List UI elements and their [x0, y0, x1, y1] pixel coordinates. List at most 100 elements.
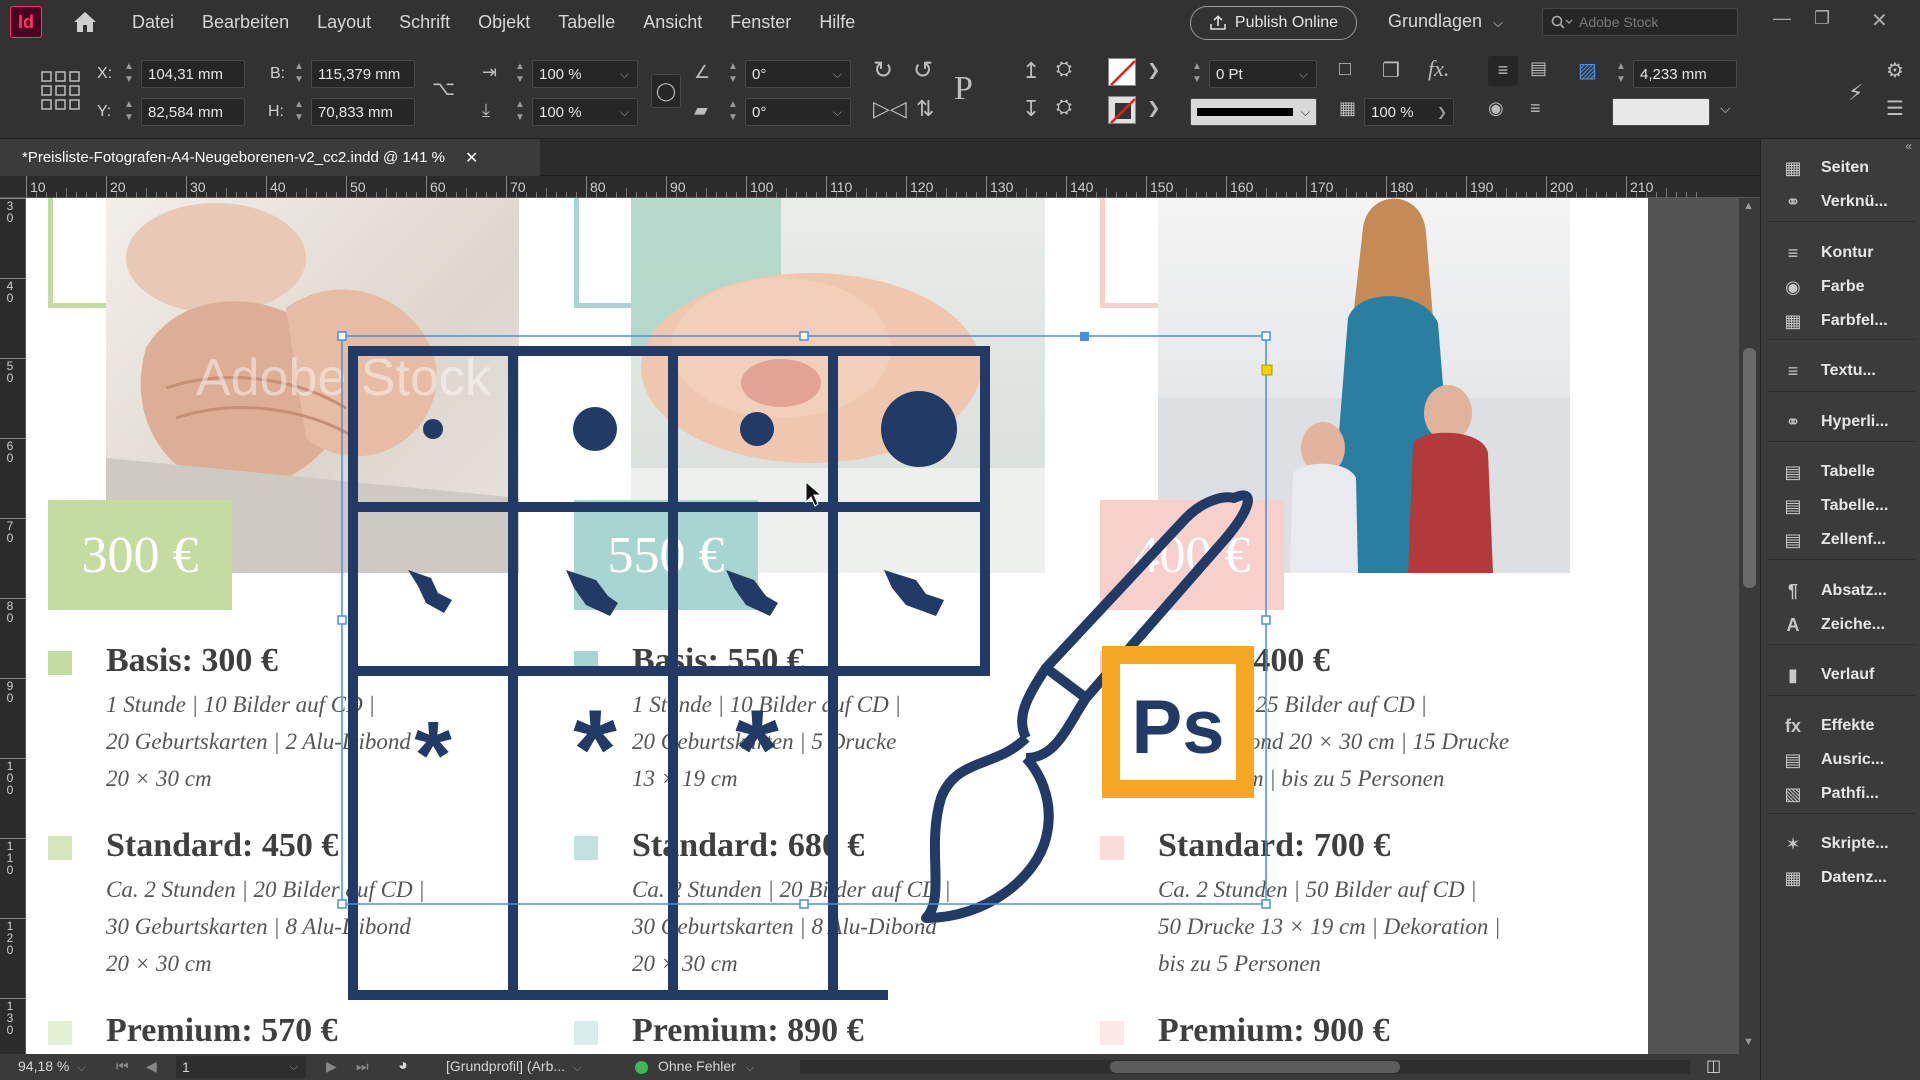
horizontal-scroll-thumb[interactable] [1110, 1061, 1400, 1073]
rotate-field[interactable]: 0° ⌵ [745, 60, 851, 88]
text-wrap-jump-icon[interactable]: ≡ [1530, 98, 1541, 119]
horizontal-scrollbar[interactable] [800, 1060, 1690, 1074]
panel-tabelle[interactable]: ▤ Tabelle [1761, 453, 1920, 491]
panel-kontur[interactable]: ≡ Kontur [1761, 234, 1920, 272]
restore-icon[interactable]: ❐ [1814, 8, 1830, 29]
menu-item-fenster[interactable]: Fenster [730, 12, 791, 33]
chevron-down-icon[interactable]: ⌵ [77, 1062, 85, 1074]
horizontal-ruler[interactable]: 10 20 30 40 50 60 70 80 90 100 110 120 130 140 150 160 1… [0, 176, 1760, 198]
shear-spinner[interactable]: ▲ ▼ [726, 98, 740, 126]
close-tab-icon[interactable]: ✕ [465, 148, 478, 168]
fx-icon[interactable]: fx. [1428, 56, 1449, 82]
chevron-down-icon[interactable]: ⌵ [833, 105, 842, 120]
preflight-profile[interactable]: [Grundprofil] (Arb... ⌵ [446, 1058, 616, 1075]
stroke-weight-field[interactable]: 0 Pt ⌵ [1209, 60, 1317, 88]
panel-pathfi[interactable]: ▧ Pathfi... [1761, 775, 1920, 813]
height-field[interactable]: 70,833 mm [311, 98, 415, 126]
document-canvas[interactable]: Adobe Stock 300 € 550 € 400 € Basis: 300… [26, 198, 1739, 1054]
workspace-switcher[interactable]: Grundlagen ⌵ [1388, 11, 1503, 32]
panel-datenz[interactable]: ▦ Datenz... [1761, 859, 1920, 897]
panel-seiten[interactable]: ▦ Seiten [1761, 149, 1920, 187]
x-position-field[interactable]: 104,31 mm [141, 60, 245, 88]
panel-effekte[interactable]: fx Effekte [1761, 707, 1920, 745]
menu-item-layout[interactable]: Layout [317, 12, 371, 33]
preflight-profile-icon[interactable]: ◕ [398, 1057, 408, 1075]
scale-y-field[interactable]: 100 % ⌵ [532, 98, 638, 126]
minimize-icon[interactable]: — [1773, 8, 1791, 29]
select-next-icon[interactable]: ⛭ [1056, 96, 1072, 119]
panel-tabelle[interactable]: ▤ Tabelle... [1761, 487, 1920, 525]
select-container-icon[interactable]: ↥ [1022, 58, 1040, 84]
rotate-ccw-icon[interactable]: ↺ [913, 56, 933, 85]
chevron-down-icon[interactable]: ⌵ [746, 1062, 754, 1074]
scroll-up-icon[interactable]: ▲ [1743, 200, 1754, 212]
text-wrap-none-icon[interactable]: ≡ [1488, 56, 1518, 86]
publish-online-button[interactable]: Publish Online [1190, 6, 1357, 40]
flip-horizontal-icon[interactable]: ▷◁ [873, 96, 907, 122]
object-style-select[interactable] [1612, 98, 1710, 126]
document-page[interactable]: Adobe Stock 300 € 550 € 400 € Basis: 300… [26, 198, 1648, 1054]
text-wrap-shape-icon[interactable]: ◉ [1488, 98, 1504, 119]
placed-icon-graphic[interactable]: * * * Ps [26, 198, 1648, 1054]
height-spinner[interactable]: ▲ ▼ [292, 98, 306, 126]
page-number-field[interactable]: 1 ⌵ [176, 1056, 306, 1078]
flip-vertical-icon[interactable]: ⇅ [916, 96, 934, 122]
scale-x-spinner[interactable]: ▲ ▼ [513, 60, 527, 88]
reference-point-icon[interactable] [40, 70, 80, 110]
panel-verknü[interactable]: ⚭ Verknü... [1761, 183, 1920, 221]
stroke-weight-spinner[interactable]: ▲ ▼ [1190, 60, 1204, 88]
vertical-ruler[interactable]: 3 0 4 0 5 0 6 0 7 0 8 0 9 0 1 0 0 1 1 0 1 2 0 1 3 … [0, 198, 26, 1054]
menu-item-tabelle[interactable]: Tabelle [558, 12, 615, 33]
scale-x-field[interactable]: 100 % ⌵ [532, 60, 638, 88]
vertical-scrollbar[interactable]: ▲ ▼ [1739, 198, 1760, 1054]
select-content-icon[interactable]: ↧ [1022, 96, 1040, 122]
panel-verlauf[interactable]: ▮ Verlauf [1761, 656, 1920, 694]
close-window-icon[interactable]: ✕ [1871, 8, 1888, 33]
panel-textu[interactable]: ≡ Textu... [1761, 352, 1920, 390]
panel-zellenf[interactable]: ▤ Zellenf... [1761, 521, 1920, 559]
next-page-icon[interactable]: ▶ [326, 1058, 337, 1075]
panel-farbfel[interactable]: ▦ Farbfel... [1761, 302, 1920, 340]
menu-item-datei[interactable]: Datei [132, 12, 174, 33]
scale-y-spinner[interactable]: ▲ ▼ [513, 98, 527, 126]
width-spinner[interactable]: ▲ ▼ [292, 60, 306, 88]
select-previous-icon[interactable]: ⛭ [1056, 58, 1072, 81]
rotate-spinner[interactable]: ▲ ▼ [726, 60, 740, 88]
y-position-field[interactable]: 82,584 mm [141, 98, 245, 126]
shear-field[interactable]: 0° ⌵ [745, 98, 851, 126]
chevron-down-icon[interactable]: ⌵ [1299, 67, 1308, 82]
menu-item-schrift[interactable]: Schrift [399, 12, 450, 33]
panel-zeiche[interactable]: A Zeiche... [1761, 606, 1920, 644]
scroll-down-icon[interactable]: ▼ [1743, 1036, 1754, 1048]
panel-farbe[interactable]: ◉ Farbe [1761, 268, 1920, 306]
chevron-right-icon[interactable]: ❯ [1147, 60, 1160, 80]
panel-skripte[interactable]: ✶ Skripte... [1761, 825, 1920, 863]
rotate-cw-icon[interactable]: ↻ [873, 56, 893, 85]
last-page-icon[interactable]: ⏭ [356, 1058, 369, 1075]
opacity-field[interactable]: 100 % ❯ [1364, 98, 1454, 126]
chevron-down-icon[interactable]: ⌵ [573, 1062, 581, 1074]
gap-field[interactable]: 4,233 mm [1633, 60, 1737, 88]
panel-ausric[interactable]: ▤ Ausric... [1761, 741, 1920, 779]
x-spinner[interactable]: ▲ ▼ [122, 60, 136, 88]
document-tab[interactable]: *Preisliste-Fotografen-A4-Neugeborenen-v… [0, 139, 540, 176]
zoom-field[interactable]: 94,18 % ⌵ [18, 1058, 102, 1075]
chevron-right-icon[interactable]: ❯ [1147, 98, 1160, 118]
chevron-down-icon[interactable]: ⌵ [620, 67, 629, 82]
panel-hyperli[interactable]: ⚭ Hyperli... [1761, 403, 1920, 441]
chevron-down-icon[interactable]: ⌵ [1301, 105, 1310, 120]
panel-menu-icon[interactable]: ☰ [1886, 96, 1904, 121]
split-view-icon[interactable]: ◫ [1706, 1056, 1721, 1076]
width-field[interactable]: 115,379 mm [311, 60, 415, 88]
preflight-status[interactable]: Ohne Fehler ⌵ [658, 1058, 788, 1075]
adobe-stock-search[interactable]: Adobe Stock [1542, 8, 1738, 36]
scroll-thumb[interactable] [1743, 348, 1756, 588]
chevron-down-icon[interactable]: ⌵ [620, 105, 629, 120]
y-spinner[interactable]: ▲ ▼ [122, 98, 136, 126]
panel-absatz[interactable]: ¶ Absatz... [1761, 572, 1920, 610]
constrain-proportions-icon[interactable]: ⌥ [432, 76, 455, 101]
link-scale-icon[interactable]: ◯ [651, 74, 681, 108]
chevron-down-icon[interactable]: ⌵ [1720, 100, 1731, 117]
drop-shadow-icon[interactable]: ❐ [1382, 58, 1400, 83]
home-icon[interactable] [72, 10, 98, 34]
